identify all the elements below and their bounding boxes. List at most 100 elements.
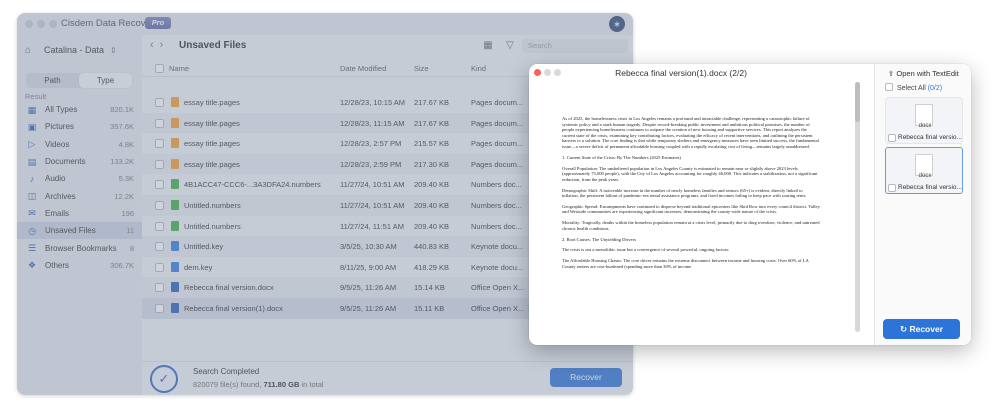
- share-out-icon: ⇪: [888, 69, 895, 78]
- doc-paragraph: Geographic Spread: Encampments have cont…: [562, 203, 820, 215]
- doc-paragraph: Demographic Shift: A noticeable increase…: [562, 187, 807, 199]
- sidebar-item-label: Unsaved Files: [45, 226, 96, 236]
- select-all-preview-checkbox[interactable]: [885, 83, 893, 91]
- thumb-checkbox[interactable]: [888, 134, 896, 142]
- status-bar: ✓ Search Completed 820079 file(s) found,…: [142, 361, 633, 395]
- sidebar-item-browser-bookmarks[interactable]: ☰ Browser Bookmarks 8: [17, 239, 142, 256]
- sidebar-item-label: Pictures: [45, 122, 74, 132]
- file-size: 209.40 KB: [414, 200, 450, 210]
- grid-icon: ▦: [27, 104, 37, 115]
- preview-window: Rebecca final version(1).docx (2/2) As o…: [529, 64, 971, 345]
- doc-paragraph: As of 2025, the homelessness crisis in L…: [562, 116, 819, 149]
- sidebar-item-pictures[interactable]: ▣ Pictures 357.6K: [17, 118, 142, 135]
- row-checkbox[interactable]: [155, 303, 164, 313]
- file-name: essay title.pages: [184, 118, 240, 128]
- drive-selector[interactable]: ⌂ Catalina - Data ⇕: [25, 41, 135, 59]
- search-input[interactable]: Search: [522, 39, 628, 53]
- row-checkbox[interactable]: [155, 98, 164, 107]
- sidebar-item-videos[interactable]: ▷ Videos 4.8K: [17, 136, 142, 153]
- sidebar-item-audio[interactable]: ♪ Audio 5.3K: [17, 170, 142, 187]
- document-text: As of 2025, the homelessness crisis in L…: [562, 116, 820, 275]
- sidebar-item-count: 196: [121, 208, 134, 218]
- file-kind: Office Open X...: [471, 303, 525, 313]
- sidebar-item-label: Emails: [45, 208, 70, 218]
- back-forward-arrows[interactable]: ‹›: [150, 39, 169, 51]
- zoom-window-button[interactable]: [49, 20, 57, 28]
- doc-paragraph: 2. Root Causes: The Unyielding Drivers: [562, 236, 636, 242]
- sidebar-item-others[interactable]: ❖ Others 306.7K: [17, 257, 142, 274]
- pages-file-icon: [171, 158, 179, 169]
- sidebar-item-archives[interactable]: ◫ Archives 12.2K: [17, 187, 142, 204]
- filter-icon[interactable]: ▽: [504, 40, 516, 52]
- row-checkbox[interactable]: [155, 283, 164, 293]
- file-name: 4B1ACC47-CCC6-...3A3DFA24.numbers: [184, 180, 321, 190]
- tab-type[interactable]: Type: [79, 73, 132, 88]
- sidebar-item-documents[interactable]: ▤ Documents 133.2K: [17, 153, 142, 170]
- toolbar: ‹› Unsaved Files ▦ ▽ Search: [142, 35, 633, 59]
- preview-title: Rebecca final version(1).docx (2/2): [615, 68, 747, 78]
- row-checkbox[interactable]: [155, 262, 164, 272]
- open-with-textedit-button[interactable]: ⇪ Open with TextEdit: [888, 69, 959, 78]
- file-name: Untitled.numbers: [184, 200, 241, 210]
- sidebar-item-all-types[interactable]: ▦ All Types 820.1K: [17, 101, 142, 118]
- type-list: ▦ All Types 820.1K ▣ Pictures 357.6K ▷ V…: [17, 101, 142, 274]
- close-window-button[interactable]: [25, 20, 33, 28]
- sidebar-item-unsaved-files[interactable]: ◷ Unsaved Files 11: [17, 222, 142, 240]
- numbers-file-icon: [171, 199, 179, 210]
- doc-paragraph: Mortality: Tragically, deaths within the…: [562, 220, 820, 231]
- recover-label: Recover: [909, 324, 944, 334]
- file-date: 12/28/23, 10:15 AM: [340, 98, 406, 107]
- row-checkbox[interactable]: [155, 242, 164, 252]
- minimize-window-button[interactable]: [37, 20, 45, 28]
- view-mode-segmented-control: Path Type: [26, 73, 132, 88]
- tab-path[interactable]: Path: [26, 73, 79, 88]
- chevron-left-icon[interactable]: ‹: [150, 39, 160, 51]
- thumb-type-label: docx: [918, 123, 932, 129]
- chevron-right-icon[interactable]: ›: [160, 39, 170, 51]
- preview-side-panel: ⇪ Open with TextEdit Select All (0/2) do…: [874, 64, 971, 345]
- file-date: 9/5/25, 11:26 AM: [340, 283, 397, 293]
- column-size[interactable]: Size: [414, 64, 429, 73]
- select-all-row[interactable]: Select All (0/2): [885, 82, 942, 92]
- column-name[interactable]: Name: [169, 64, 189, 73]
- thumb-file-name: Rebecca final versio...: [898, 134, 962, 141]
- row-checkbox[interactable]: [155, 159, 164, 169]
- document-icon: ▤: [27, 156, 37, 167]
- preview-thumbnail-selected[interactable]: docx Rebecca final versio...: [885, 147, 963, 194]
- row-checkbox[interactable]: [155, 180, 164, 190]
- status-summary: 820079 file(s) found, 711.80 GB in total: [193, 380, 324, 389]
- row-checkbox[interactable]: [155, 200, 164, 210]
- file-kind: Pages docum...: [471, 159, 524, 169]
- file-size: 209.40 KB: [414, 221, 450, 231]
- thumb-checkbox[interactable]: [888, 184, 896, 192]
- row-checkbox[interactable]: [155, 118, 164, 128]
- share-icon[interactable]: ∗: [609, 16, 625, 32]
- file-kind: Pages docum...: [471, 139, 524, 149]
- row-checkbox[interactable]: [155, 221, 164, 231]
- sidebar-item-emails[interactable]: ✉ Emails 196: [17, 205, 142, 222]
- column-kind[interactable]: Kind: [471, 64, 486, 73]
- select-all-checkbox[interactable]: [155, 64, 164, 73]
- file-size: 217.30 KB: [414, 159, 450, 169]
- file-size: 217.67 KB: [414, 118, 450, 128]
- sidebar-item-count: 306.7K: [110, 260, 134, 270]
- email-icon: ✉: [28, 208, 36, 219]
- file-name: essay title.pages: [184, 139, 240, 149]
- numbers-file-icon: [171, 220, 179, 231]
- preview-recover-button[interactable]: ↻ Recover: [883, 319, 960, 339]
- file-name: Rebecca final version.docx: [184, 283, 274, 293]
- grid-view-icon[interactable]: ▦: [482, 40, 494, 52]
- preview-scrollbar[interactable]: [855, 82, 860, 332]
- row-checkbox[interactable]: [155, 139, 164, 149]
- doc-paragraph: The crisis is not a monolithic issue but…: [562, 247, 730, 253]
- column-date-modified[interactable]: Date Modified: [340, 64, 386, 73]
- file-name: Untitled.numbers: [184, 221, 241, 231]
- sidebar-item-label: Documents: [45, 157, 86, 167]
- file-kind: Keynote docu...: [471, 242, 524, 252]
- scrollbar-thumb[interactable]: [855, 82, 860, 122]
- recover-button[interactable]: Recover: [550, 368, 622, 387]
- preview-thumbnail[interactable]: docx Rebecca final versio...: [885, 97, 963, 144]
- document-preview[interactable]: As of 2025, the homelessness crisis in L…: [541, 82, 853, 337]
- sidebar-item-count: 357.6K: [110, 122, 134, 132]
- file-size: 440.83 KB: [414, 242, 450, 252]
